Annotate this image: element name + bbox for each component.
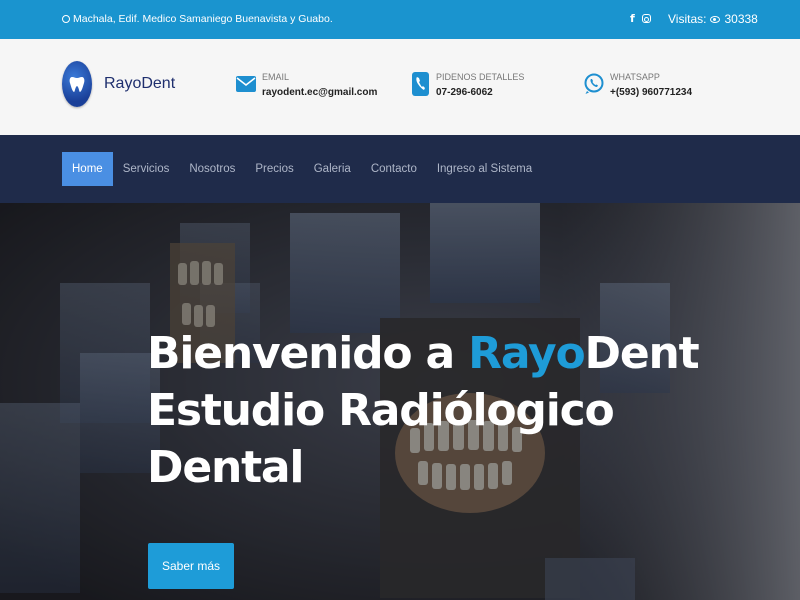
contact-whatsapp-label: WHATSAPP [610, 72, 660, 82]
contact-phone-value[interactable]: 07-296-6062 [436, 87, 524, 98]
phone-icon [410, 72, 430, 96]
hero-title-brand-rayo: Rayo [468, 328, 586, 379]
contact-phone-label: PIDENOS DETALLES [436, 72, 525, 82]
main-nav: Home Servicios Nosotros Precios Galeria … [0, 135, 800, 203]
saber-mas-button[interactable]: Saber más [148, 543, 234, 589]
nav-item-ingreso-sistema[interactable]: Ingreso al Sistema [427, 152, 542, 186]
nav-item-contacto[interactable]: Contacto [361, 152, 427, 186]
hero-title: Bienvenido a RayoDent Estudio Radiólogic… [147, 325, 700, 496]
hero-title-brand-dent: Dent [584, 328, 700, 379]
site-header: RayoDent EMAIL rayodent.ec@gmail.com PID… [0, 39, 800, 135]
address-text: Machala, Edif. Medico Samaniego Buenavis… [73, 13, 333, 25]
contact-email-value[interactable]: rayodent.ec@gmail.com [262, 87, 377, 98]
eye-icon [710, 15, 721, 23]
whatsapp-icon [584, 72, 604, 96]
visits-count: 30338 [724, 12, 758, 26]
nav-item-galeria[interactable]: Galeria [304, 152, 361, 186]
nav-item-nosotros[interactable]: Nosotros [179, 152, 245, 186]
envelope-icon [236, 72, 256, 96]
logo[interactable]: RayoDent [62, 61, 175, 107]
instagram-icon[interactable] [641, 14, 651, 23]
contact-whatsapp-value[interactable]: +(593) 960771234 [610, 87, 692, 98]
social-links: f [630, 12, 651, 25]
location-icon [62, 15, 70, 23]
facebook-icon[interactable]: f [630, 12, 635, 25]
contact-email-label: EMAIL [262, 72, 290, 82]
contact-phone: PIDENOS DETALLES 07-296-6062 [410, 72, 524, 98]
nav-item-servicios[interactable]: Servicios [113, 152, 180, 186]
hero-title-line2: Estudio Radiólogico [147, 385, 615, 436]
hero-title-line3: Dental [147, 442, 304, 493]
nav-item-precios[interactable]: Precios [245, 152, 303, 186]
tooth-icon [62, 61, 92, 107]
nav-item-home[interactable]: Home [62, 152, 113, 186]
visit-counter: Visitas: 30338 [668, 12, 758, 26]
logo-text: RayoDent [104, 75, 176, 92]
top-bar: Machala, Edif. Medico Samaniego Buenavis… [0, 0, 800, 39]
contact-email: EMAIL rayodent.ec@gmail.com [236, 72, 377, 98]
hero-banner: Bienvenido a RayoDent Estudio Radiólogic… [0, 203, 800, 600]
contact-whatsapp: WHATSAPP +(593) 960771234 [584, 72, 692, 98]
address: Machala, Edif. Medico Samaniego Buenavis… [62, 13, 333, 25]
visits-label: Visitas: [668, 12, 707, 26]
hero-title-prefix: Bienvenido a [147, 328, 469, 379]
